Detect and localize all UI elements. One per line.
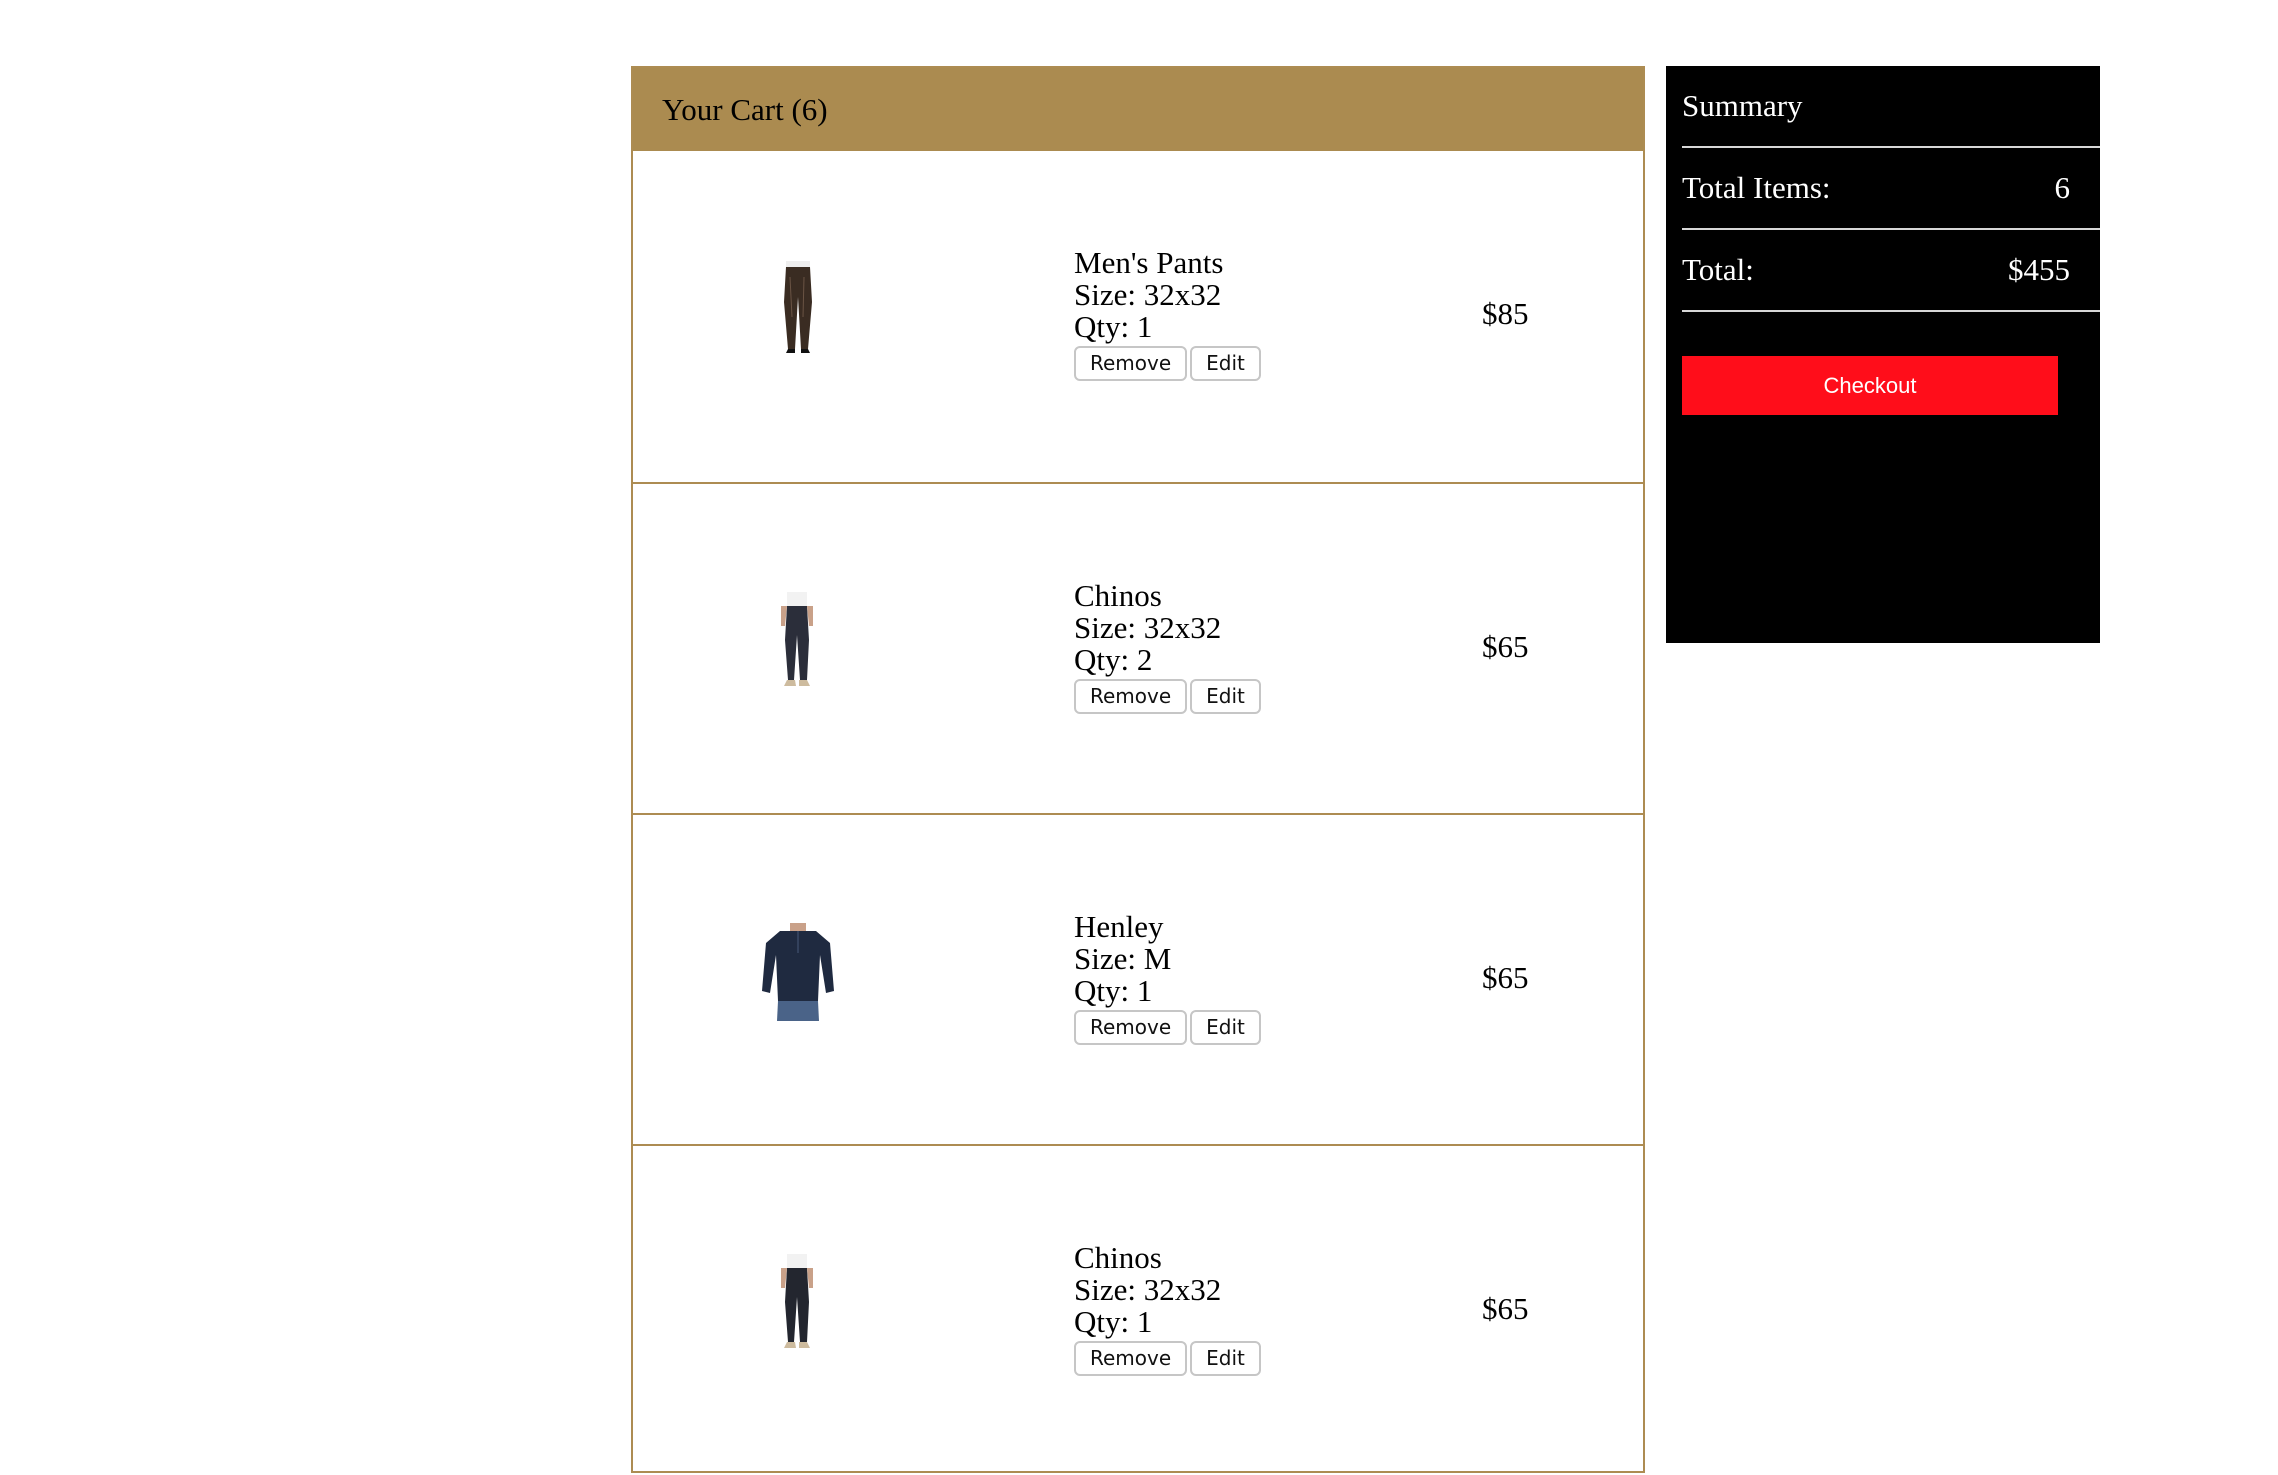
total-items-value: 6 [2054,170,2071,205]
summary-title: Summary [1682,88,1803,123]
item-price: $65 [1482,1291,1529,1326]
item-qty: Qty: 1 [1074,973,1153,1008]
summary-panel: Summary Total Items: 6 Total: $455 Check… [1666,66,2100,643]
item-qty: Qty: 2 [1074,642,1153,677]
item-details: Chinos Size: 32x32 Qty: 1 Remove Edit [1074,1242,1261,1376]
chinos-image [753,1247,843,1357]
edit-button[interactable]: Edit [1190,679,1261,714]
leather-pants-image [753,252,843,362]
item-size: Size: 32x32 [1074,1272,1222,1307]
total-items-row: Total Items: 6 [1682,148,2100,230]
item-qty: Qty: 1 [1074,1304,1153,1339]
edit-button[interactable]: Edit [1190,346,1261,381]
cart-item: Chinos Size: 32x32 Qty: 1 Remove Edit $6… [633,1144,1643,1475]
item-name: Chinos [1074,1240,1162,1275]
cart-header: Your Cart (6) [633,68,1643,151]
remove-button[interactable]: Remove [1074,346,1188,381]
cart-panel: Your Cart (6) Men's Pants Size: 32x32 Qt… [631,66,1645,1473]
item-name: Chinos [1074,578,1162,613]
total-items-label: Total Items: [1682,170,1831,205]
checkout-button[interactable]: Checkout [1682,356,2058,415]
remove-button[interactable]: Remove [1074,1341,1188,1376]
item-actions: Remove Edit [1074,1010,1261,1045]
total-label: Total: [1682,252,1754,287]
cart-title: Your Cart (6) [662,91,828,127]
item-name: Henley [1074,909,1164,944]
item-qty: Qty: 1 [1074,309,1153,344]
total-row: Total: $455 [1682,230,2100,312]
item-details: Henley Size: M Qty: 1 Remove Edit [1074,911,1261,1045]
cart-item: Men's Pants Size: 32x32 Qty: 1 Remove Ed… [633,151,1643,482]
item-price: $65 [1482,629,1529,664]
summary-header: Summary [1682,66,2100,148]
item-price: $85 [1482,296,1529,331]
item-size: Size: 32x32 [1074,277,1222,312]
item-size: Size: 32x32 [1074,610,1222,645]
henley-shirt-image [753,916,843,1026]
item-size: Size: M [1074,941,1172,976]
total-value: $455 [2008,252,2070,287]
item-actions: Remove Edit [1074,1341,1261,1376]
item-price: $65 [1482,960,1529,995]
remove-button[interactable]: Remove [1074,1010,1188,1045]
item-name: Men's Pants [1074,245,1224,280]
item-details: Men's Pants Size: 32x32 Qty: 1 Remove Ed… [1074,247,1261,381]
cart-item: Chinos Size: 32x32 Qty: 2 Remove Edit $6… [633,482,1643,813]
item-actions: Remove Edit [1074,679,1261,714]
chinos-image [753,585,843,695]
remove-button[interactable]: Remove [1074,679,1188,714]
cart-item: Henley Size: M Qty: 1 Remove Edit $65 [633,813,1643,1144]
item-details: Chinos Size: 32x32 Qty: 2 Remove Edit [1074,580,1261,714]
edit-button[interactable]: Edit [1190,1341,1261,1376]
item-actions: Remove Edit [1074,346,1261,381]
edit-button[interactable]: Edit [1190,1010,1261,1045]
